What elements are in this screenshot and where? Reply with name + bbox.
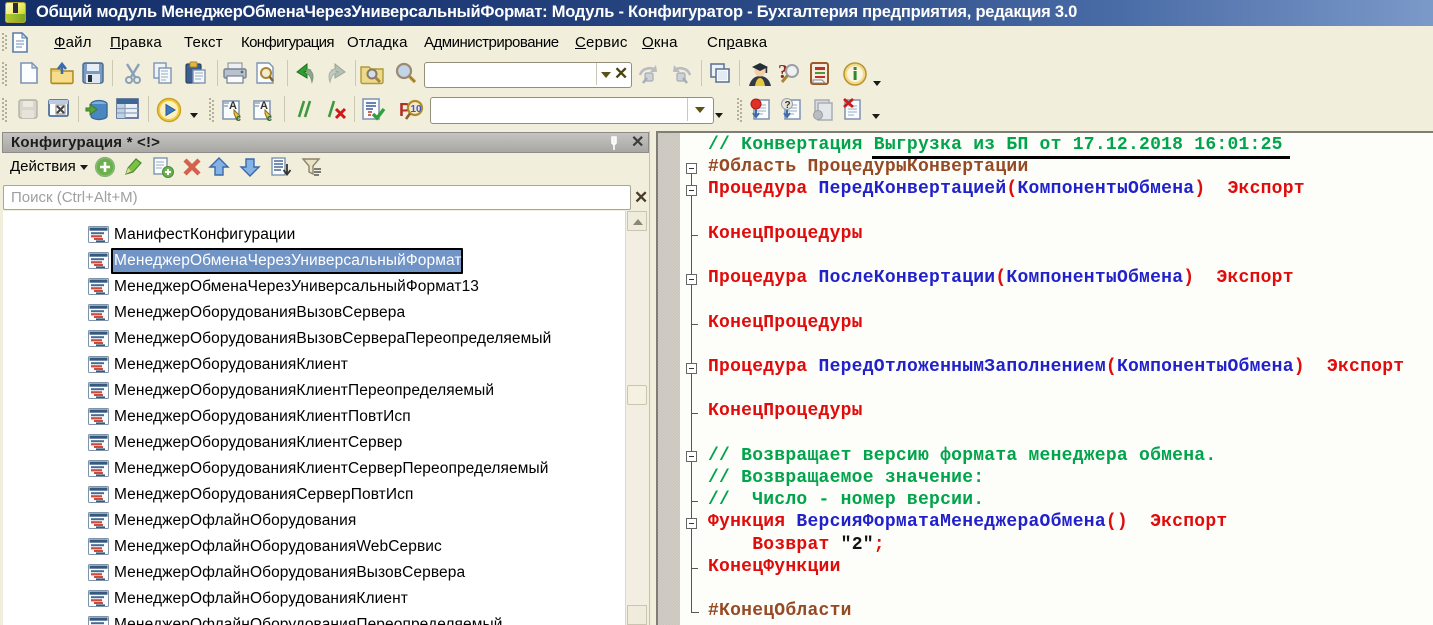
svg-text:10: 10 — [411, 104, 423, 115]
svg-text:c: c — [236, 113, 241, 123]
svg-text:?: ? — [785, 100, 791, 111]
svg-text:А: А — [260, 100, 268, 112]
svg-text:А: А — [229, 100, 237, 112]
svg-text:c: c — [267, 113, 272, 123]
